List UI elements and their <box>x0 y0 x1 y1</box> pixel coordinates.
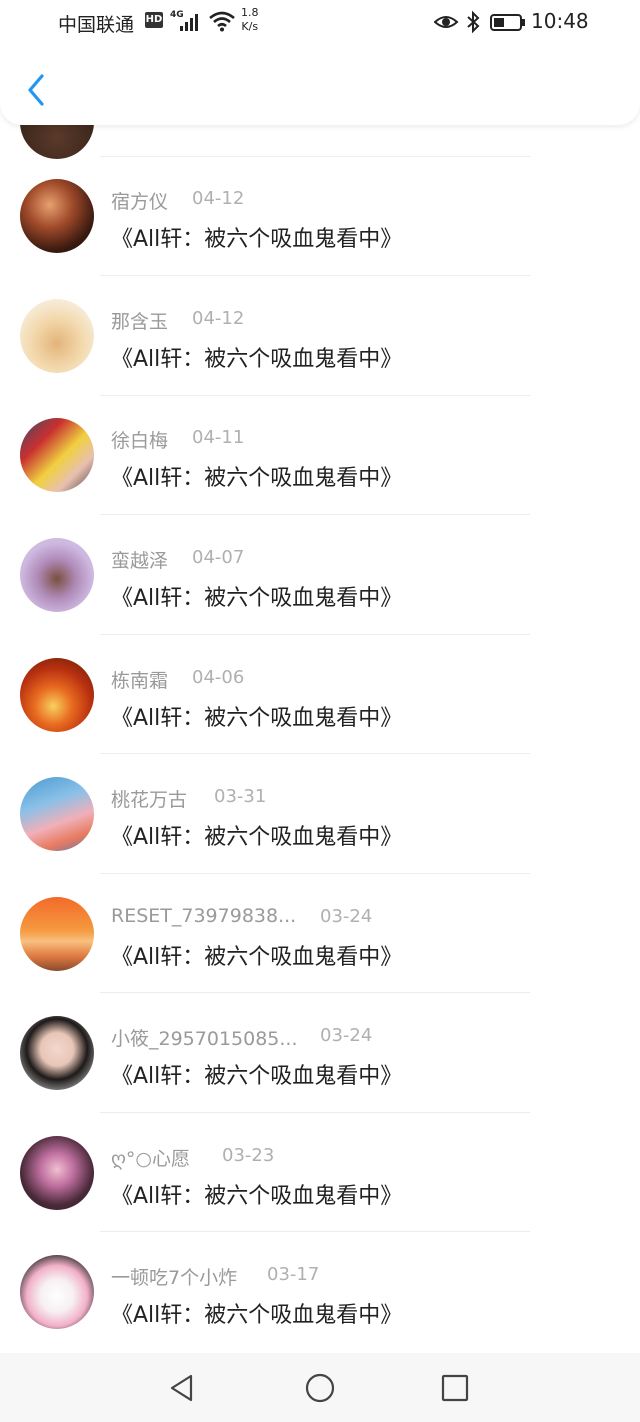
divider <box>100 873 530 874</box>
carrier-label: 中国联通 <box>58 14 135 36</box>
avatar[interactable] <box>20 125 94 159</box>
avatar[interactable] <box>20 418 94 492</box>
message-text[interactable]: 《All轩：被六个吸血鬼看中》 <box>111 341 402 373</box>
message-date: 04-06 <box>192 667 245 688</box>
user-name[interactable]: RESET_73979838... <box>111 905 296 927</box>
system-nav-bar <box>0 1353 640 1422</box>
avatar[interactable] <box>20 658 94 732</box>
list-item[interactable]: 栋南霜 04-06 《All轩：被六个吸血鬼看中》 <box>0 645 640 765</box>
bluetooth-icon <box>467 10 480 34</box>
divider <box>100 1112 530 1113</box>
message-date: 04-11 <box>192 427 245 448</box>
list-item[interactable]: 徐白梅 04-11 《All轩：被六个吸血鬼看中》 <box>0 405 640 525</box>
divider <box>100 634 530 635</box>
user-name[interactable]: 宿方仪 <box>111 187 168 214</box>
divider <box>100 753 530 754</box>
avatar[interactable] <box>20 299 94 373</box>
list-item[interactable]: 宿方仪 04-12 《All轩：被六个吸血鬼看中》 <box>0 166 640 286</box>
message-text[interactable]: 《All轩：被六个吸血鬼看中》 <box>111 221 402 253</box>
message-date: 04-07 <box>192 547 245 568</box>
list-item[interactable]: 桃花万古 03-31 《All轩：被六个吸血鬼看中》 <box>0 764 640 884</box>
divider <box>100 156 530 157</box>
list-item[interactable]: ღ°○心愿 03-23 《All轩：被六个吸血鬼看中》 <box>0 1123 640 1243</box>
signal-icon <box>180 13 204 31</box>
avatar[interactable] <box>20 1016 94 1090</box>
message-date: 04-12 <box>192 308 245 329</box>
list-item[interactable]: 小筱_2957015085... 03-24 《All轩：被六个吸血鬼看中》 <box>0 1003 640 1123</box>
eye-icon <box>434 16 459 28</box>
chevron-left-icon[interactable] <box>24 74 48 106</box>
message-text[interactable]: 《All轩：被六个吸血鬼看中》 <box>111 700 402 732</box>
user-name[interactable]: 栋南霜 <box>111 666 168 693</box>
message-text[interactable]: 《All轩：被六个吸血鬼看中》 <box>111 1178 402 1210</box>
divider <box>100 992 530 993</box>
clock: 10:48 <box>531 9 589 33</box>
divider <box>100 1231 530 1232</box>
avatar[interactable] <box>20 538 94 612</box>
status-bar: 中国联通 HD 4G 1.8 K/s 10:48 <box>0 0 640 44</box>
list-item[interactable]: 一顿吃7个小炸 03-17 《All轩：被六个吸血鬼看中》 <box>0 1242 640 1353</box>
user-name[interactable]: 那含玉 <box>111 307 168 334</box>
divider <box>100 395 530 396</box>
message-date: 03-17 <box>267 1264 320 1285</box>
list-item[interactable]: RESET_73979838... 03-24 《All轩：被六个吸血鬼看中》 <box>0 884 640 1004</box>
net-speed: 1.8 K/s <box>241 6 259 34</box>
avatar[interactable] <box>20 1136 94 1210</box>
wifi-icon <box>209 11 235 32</box>
message-date: 03-24 <box>320 1025 373 1046</box>
avatar[interactable] <box>20 777 94 851</box>
user-name[interactable]: 桃花万古 <box>111 785 187 812</box>
user-name[interactable]: 小筱_2957015085... <box>111 1024 298 1051</box>
user-name[interactable]: 一顿吃7个小炸 <box>111 1263 237 1290</box>
divider <box>100 514 530 515</box>
square-recent-icon[interactable] <box>438 1371 472 1405</box>
user-name[interactable]: 徐白梅 <box>111 426 168 453</box>
speed-value: 1.8 <box>241 6 259 19</box>
avatar[interactable] <box>20 897 94 971</box>
message-date: 03-31 <box>214 786 267 807</box>
message-date: 03-23 <box>222 1145 275 1166</box>
message-date: 04-12 <box>192 188 245 209</box>
battery-icon <box>490 14 525 31</box>
speed-unit: K/s <box>241 20 259 33</box>
user-name[interactable]: ღ°○心愿 <box>111 1144 190 1171</box>
message-text[interactable]: 《All轩：被六个吸血鬼看中》 <box>111 460 402 492</box>
message-date: 03-24 <box>320 906 373 927</box>
triangle-back-icon[interactable] <box>165 1371 199 1405</box>
top-header: 中国联通 HD 4G 1.8 K/s 10:48 <box>0 0 640 125</box>
message-text[interactable]: 《All轩：被六个吸血鬼看中》 <box>111 819 402 851</box>
circle-home-icon[interactable] <box>303 1371 337 1405</box>
message-text[interactable]: 《All轩：被六个吸血鬼看中》 <box>111 939 402 971</box>
hd-badge: HD <box>145 12 163 28</box>
avatar[interactable] <box>20 1255 94 1329</box>
divider <box>100 275 530 276</box>
message-text[interactable]: 《All轩：被六个吸血鬼看中》 <box>111 1058 402 1090</box>
avatar[interactable] <box>20 179 94 253</box>
user-name[interactable]: 蛮越泽 <box>111 546 168 573</box>
status-icons <box>434 10 525 34</box>
list-item[interactable]: 蛮越泽 04-07 《All轩：被六个吸血鬼看中》 <box>0 525 640 645</box>
message-text[interactable]: 《All轩：被六个吸血鬼看中》 <box>111 580 402 612</box>
list-item[interactable]: 那含玉 04-12 《All轩：被六个吸血鬼看中》 <box>0 286 640 406</box>
reader-list[interactable]: 宿方仪 04-12 《All轩：被六个吸血鬼看中》 那含玉 04-12 《All… <box>0 125 640 1353</box>
message-text[interactable]: 《All轩：被六个吸血鬼看中》 <box>111 1297 402 1329</box>
